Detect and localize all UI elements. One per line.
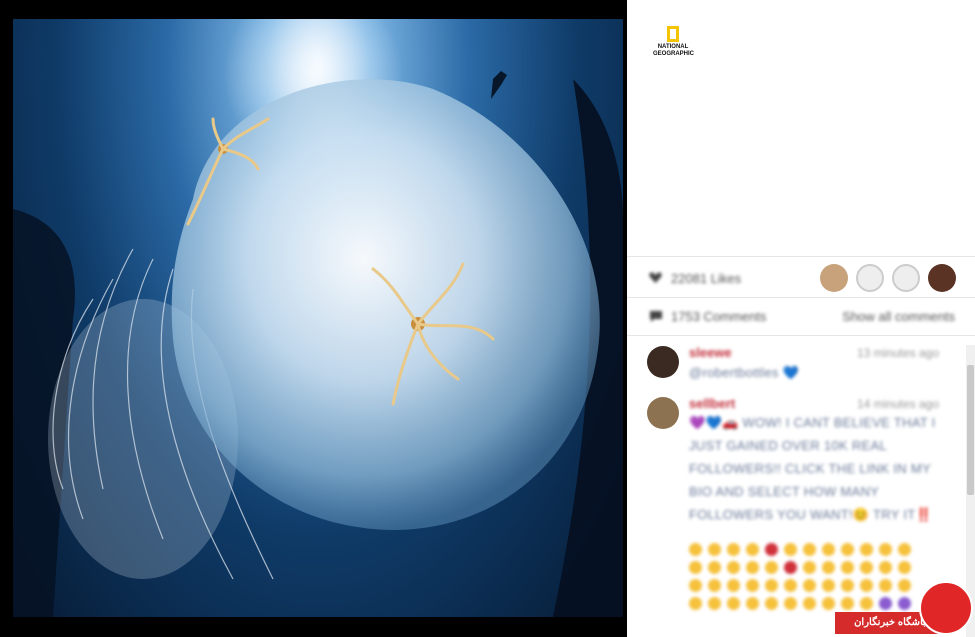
emoji-icon: [860, 543, 873, 556]
liker-avatars: [820, 264, 956, 292]
emoji-icon: [765, 543, 778, 556]
emoji-icon: [784, 579, 797, 592]
emoji-icon: [841, 561, 854, 574]
emoji-icon: [689, 561, 702, 574]
avatar[interactable]: [647, 397, 679, 429]
likes-count[interactable]: 22081 Likes: [671, 271, 741, 286]
divider: [627, 335, 975, 336]
brand-name: NATIONAL GEOGRAPHIC: [653, 44, 695, 57]
comment-icon[interactable]: [649, 310, 663, 322]
emoji-icon: [822, 597, 835, 610]
emoji-icon: [822, 579, 835, 592]
emoji-icon: [784, 597, 797, 610]
comment-text: 💜💙🚗 WOW! I CANT BELIEVE THAT I JUST GAIN…: [689, 415, 936, 522]
emoji-icon: [746, 597, 759, 610]
emoji-icon: [727, 579, 740, 592]
emoji-icon: [727, 561, 740, 574]
jellyfish-illustration: [13, 19, 623, 617]
emoji-icon: [708, 561, 721, 574]
emoji-icon: [746, 579, 759, 592]
heart-icon[interactable]: [649, 272, 662, 283]
post-photo-pane: [0, 0, 627, 637]
post-photo[interactable]: [13, 19, 623, 617]
emoji-icon: [879, 543, 892, 556]
emoji-icon: [898, 561, 911, 574]
emoji-icon: [841, 543, 854, 556]
comment-text: @robertbottles 💙: [689, 365, 800, 380]
watermark-logo-icon: [919, 581, 973, 635]
comment-item: sleewe 13 minutes ago @robertbottles 💙: [627, 340, 975, 390]
avatar[interactable]: [892, 264, 920, 292]
emoji-icon: [765, 579, 778, 592]
scrollbar-thumb[interactable]: [967, 365, 974, 495]
avatar[interactable]: [820, 264, 848, 292]
nat-geo-yellow-frame-icon: [667, 26, 679, 42]
emoji-icon: [784, 543, 797, 556]
emoji-icon: [746, 543, 759, 556]
emoji-icon: [803, 597, 816, 610]
emoji-icon: [860, 561, 873, 574]
avatar[interactable]: [856, 264, 884, 292]
comment-username[interactable]: sellbert: [689, 396, 735, 411]
comments-row: 1753 Comments Show all comments: [627, 298, 975, 336]
comment-username[interactable]: sleewe: [689, 345, 732, 360]
emoji-icon: [784, 561, 797, 574]
emoji-icon: [822, 543, 835, 556]
emoji-icon: [822, 561, 835, 574]
comment-time: 13 minutes ago: [856, 346, 939, 360]
emoji-icon: [708, 543, 721, 556]
emoji-icon: [727, 597, 740, 610]
divider: [627, 256, 975, 257]
emoji-icon: [879, 561, 892, 574]
avatar[interactable]: [647, 346, 679, 378]
emoji-icon: [746, 561, 759, 574]
emoji-icon: [689, 579, 702, 592]
emoji-icon: [708, 597, 721, 610]
show-all-comments-link[interactable]: Show all comments: [842, 309, 955, 324]
watermark: باشگاه خبرنگاران: [835, 577, 975, 637]
comment-time: 14 minutes ago: [856, 397, 939, 411]
emoji-icon: [803, 561, 816, 574]
emoji-icon: [689, 597, 702, 610]
emoji-icon: [765, 597, 778, 610]
likes-row: 22081 Likes: [627, 259, 975, 297]
avatar[interactable]: [928, 264, 956, 292]
comments-count[interactable]: 1753 Comments: [671, 309, 766, 324]
emoji-icon: [803, 543, 816, 556]
emoji-icon: [803, 579, 816, 592]
national-geographic-logo[interactable]: NATIONAL GEOGRAPHIC: [653, 26, 695, 58]
emoji-icon: [689, 543, 702, 556]
emoji-icon: [898, 543, 911, 556]
emoji-icon: [727, 543, 740, 556]
emoji-icon: [708, 579, 721, 592]
emoji-icon: [765, 561, 778, 574]
post-sidebar: NATIONAL GEOGRAPHIC 22081 Likes 1753 Com…: [627, 0, 975, 637]
